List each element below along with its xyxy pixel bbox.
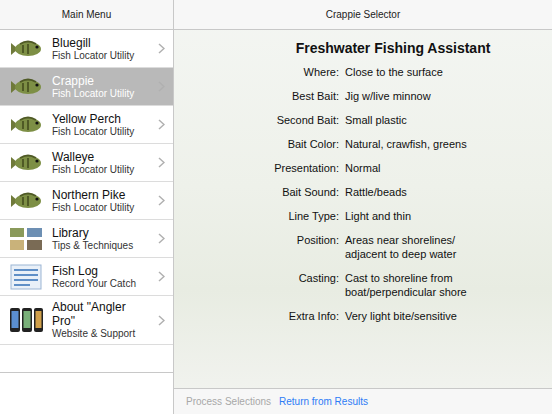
- icon-wrap: [8, 187, 44, 215]
- chevron-icon: [158, 157, 165, 168]
- field-value: Normal: [345, 161, 495, 175]
- field-label: Position:: [174, 233, 339, 247]
- item-text: About "Angler Pro"Website & Support: [52, 300, 150, 340]
- sidebar: Main MenuBluegillFish Locator UtilityCra…: [0, 0, 174, 414]
- item-subtitle: Tips & Techniques: [52, 240, 150, 252]
- item-title: Bluegill: [52, 36, 150, 50]
- item-subtitle: Fish Locator Utility: [52, 50, 150, 62]
- item-title: Fish Log: [52, 264, 150, 278]
- item-text: LibraryTips & Techniques: [52, 226, 150, 252]
- chevron-icon: [158, 271, 165, 282]
- detail-panel: Crappie Selector Freshwater Fishing Assis…: [174, 0, 552, 414]
- field-value: Rattle/beads: [345, 185, 495, 199]
- item-text: Yellow PerchFish Locator Utility: [52, 112, 150, 138]
- sidebar-item[interactable]: Yellow PerchFish Locator Utility: [0, 106, 173, 144]
- sidebar-item[interactable]: Northern PikeFish Locator Utility: [0, 182, 173, 220]
- sidebar-item[interactable]: WalleyeFish Locator Utility: [0, 144, 173, 182]
- sidebar-footer: [0, 372, 173, 414]
- item-text: WalleyeFish Locator Utility: [52, 150, 150, 176]
- field-value: Close to the surface: [345, 65, 495, 79]
- devices-icon: [8, 306, 44, 334]
- detail-body: Freshwater Fishing AssistantWhere: Close …: [174, 30, 552, 388]
- item-title: Northern Pike: [52, 188, 150, 202]
- item-title: Library: [52, 226, 150, 240]
- sidebar-header: Main Menu: [0, 0, 173, 30]
- fish-icon: [8, 149, 44, 177]
- library-icon: [8, 225, 44, 253]
- field-value: Areas near shorelines/ adjacent to deep …: [345, 233, 495, 261]
- field-label: Line Type:: [174, 209, 339, 223]
- field-grid: Where: Close to the surface Best Bait: Jig …: [174, 65, 552, 323]
- item-subtitle: Website & Support: [52, 328, 150, 340]
- chevron-icon: [158, 43, 165, 54]
- log-icon: [8, 263, 44, 291]
- field-label: Best Bait:: [174, 89, 339, 103]
- item-text: BluegillFish Locator Utility: [52, 36, 150, 62]
- fish-icon: [8, 111, 44, 139]
- field-label: Presentation:: [174, 161, 339, 175]
- sidebar-title: Main Menu: [62, 7, 111, 22]
- item-subtitle: Record Your Catch: [52, 278, 150, 290]
- field-value: Light and thin: [345, 209, 495, 223]
- field-value: Cast to shoreline from boat/perpendicula…: [345, 271, 495, 299]
- icon-wrap: [8, 149, 44, 177]
- fish-icon: [8, 35, 44, 63]
- sidebar-item[interactable]: About "Angler Pro"Website & Support: [0, 296, 173, 345]
- chevron-icon: [158, 233, 165, 244]
- chevron-icon: [158, 119, 165, 130]
- item-title: Walleye: [52, 150, 150, 164]
- item-subtitle: Fish Locator Utility: [52, 164, 150, 176]
- field-label: Where:: [174, 65, 339, 79]
- icon-wrap: [8, 306, 44, 334]
- item-subtitle: Fish Locator Utility: [52, 88, 150, 100]
- item-subtitle: Fish Locator Utility: [52, 126, 150, 138]
- icon-wrap: [8, 225, 44, 253]
- item-title: Yellow Perch: [52, 112, 150, 126]
- field-value: Very light bite/sensitive: [345, 309, 495, 323]
- field-label: Casting:: [174, 271, 339, 285]
- item-title: About "Angler Pro": [52, 300, 150, 328]
- item-subtitle: Fish Locator Utility: [52, 202, 150, 214]
- icon-wrap: [8, 35, 44, 63]
- icon-wrap: [8, 263, 44, 291]
- field-label: Extra Info:: [174, 309, 339, 323]
- field-label: Bait Color:: [174, 137, 339, 151]
- fish-icon: [8, 187, 44, 215]
- item-title: Crappie: [52, 74, 150, 88]
- sidebar-item[interactable]: LibraryTips & Techniques: [0, 220, 173, 258]
- chevron-icon: [158, 195, 165, 206]
- icon-wrap: [8, 111, 44, 139]
- sidebar-item[interactable]: Fish LogRecord Your Catch: [0, 258, 173, 296]
- sidebar-item[interactable]: CrappieFish Locator Utility: [0, 68, 173, 106]
- field-label: Second Bait:: [174, 113, 339, 127]
- toolbar-button[interactable]: Return from Results: [279, 394, 368, 409]
- field-value: Natural, crawfish, greens: [345, 137, 495, 151]
- chevron-icon: [158, 81, 165, 92]
- chevron-icon: [158, 315, 165, 326]
- detail-header: Crappie Selector: [174, 0, 552, 30]
- toolbar: Process Selections Return from Results: [174, 388, 552, 414]
- field-value: Jig w/live minnow: [345, 89, 495, 103]
- toolbar-button: Process Selections: [186, 394, 271, 409]
- sidebar-item[interactable]: BluegillFish Locator Utility: [0, 30, 173, 68]
- field-label: Bait Sound:: [174, 185, 339, 199]
- detail-title: Crappie Selector: [326, 7, 400, 22]
- sidebar-list: BluegillFish Locator UtilityCrappieFish …: [0, 30, 173, 372]
- field-value: Small plastic: [345, 113, 495, 127]
- item-text: Northern PikeFish Locator Utility: [52, 188, 150, 214]
- fish-icon: [8, 73, 44, 101]
- icon-wrap: [8, 73, 44, 101]
- detail-heading: Freshwater Fishing Assistant: [174, 30, 552, 65]
- item-text: Fish LogRecord Your Catch: [52, 264, 150, 290]
- item-text: CrappieFish Locator Utility: [52, 74, 150, 100]
